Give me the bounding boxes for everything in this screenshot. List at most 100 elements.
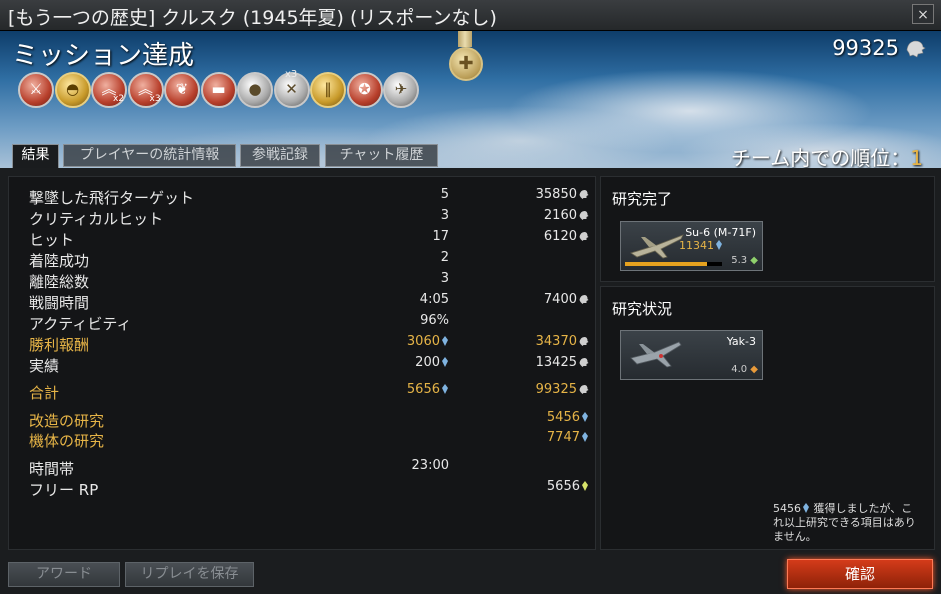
stat-label: 実績 — [29, 357, 60, 375]
silver-lion-icon — [579, 337, 589, 346]
free-rp-icon — [582, 481, 588, 491]
helmet-icon[interactable]: ◓ — [54, 72, 91, 108]
stat-label: 戦闘時間 — [29, 294, 90, 312]
close-button[interactable]: × — [912, 4, 934, 24]
battle-rating: 5.3 ◆ — [731, 255, 758, 266]
rp-icon — [716, 240, 722, 250]
rp-icon — [442, 336, 448, 346]
rank-value: 1 — [910, 146, 923, 168]
stat-count: 4:05 — [329, 292, 449, 307]
stat-label: アクティビティ — [29, 315, 132, 333]
vehicle-name: Su-6 (M-71F) — [685, 226, 756, 239]
award-multiplier: x3 — [149, 94, 161, 104]
stat-label: 改造の研究 — [29, 412, 105, 430]
stat-value: 2160 — [479, 208, 589, 223]
research-status-info: 5456 獲得しましたが、これ以上研究できる項目はありません。 — [773, 502, 923, 544]
stat-count-value: 17 — [432, 229, 449, 244]
stat-count: 5 — [329, 187, 449, 202]
footer-bar: アワード リプレイを保存 確認 — [0, 552, 941, 594]
research-progress-fill — [625, 262, 708, 266]
tab-results[interactable]: 結果 — [12, 144, 59, 168]
silver-lion-icon — [579, 232, 589, 241]
award-multiplier: x2 — [113, 94, 125, 104]
rp-icon — [582, 432, 588, 442]
stat-value-number: 99325 — [535, 382, 577, 397]
vehicle-card-yak3[interactable]: Yak-3 4.0 ◆ — [620, 330, 763, 380]
plane-icon — [630, 341, 682, 368]
stat-count-value: 200 — [415, 355, 440, 370]
stat-count-value: 23:00 — [411, 458, 449, 473]
plane-icon[interactable]: ✈ — [383, 72, 419, 108]
stat-value: 5456 — [479, 410, 589, 425]
confirm-button[interactable]: 確認 — [787, 559, 933, 589]
stat-count-value: 5 — [440, 187, 449, 202]
tab-battle-log[interactable]: 参戦記録 — [240, 144, 320, 167]
stat-value: 35850 — [479, 187, 589, 202]
stat-count-value: 2 — [440, 250, 449, 265]
chevron-rank-icon[interactable]: ︽ x3 — [127, 72, 164, 108]
vehicle-name: Yak-3 — [726, 335, 756, 348]
silver-lion-icon — [579, 358, 589, 367]
silver-lion-icon — [579, 211, 589, 220]
stat-label: 着陸成功 — [29, 252, 90, 270]
team-rank: チーム内での順位：1 — [731, 142, 923, 168]
silver-lion-icon — [906, 40, 926, 58]
stat-count-value: 96% — [420, 313, 449, 328]
stat-label: ヒット — [29, 231, 75, 249]
silver-lion-icon — [579, 295, 589, 304]
stat-count: 96% — [329, 313, 449, 328]
save-replay-button[interactable]: リプレイを保存 — [125, 562, 254, 587]
stat-value: 34370 — [479, 334, 589, 349]
research-progress-bar — [625, 262, 722, 266]
stat-value-number: 2160 — [543, 208, 577, 223]
stat-label: クリティカルヒット — [29, 210, 164, 228]
rank-arrow-icon: ◆ — [750, 255, 758, 266]
stat-value: 99325 — [479, 382, 589, 397]
tab-chat-history[interactable]: チャット履歴 — [325, 144, 438, 167]
crossed-swords-icon[interactable]: ⚔ — [18, 72, 54, 108]
rp-icon — [803, 503, 809, 513]
vehicle-rp: 11341 — [679, 239, 723, 252]
tab-player-stats[interactable]: プレイヤーの統計情報 — [63, 144, 236, 167]
rank-label: チーム内での順位： — [730, 146, 911, 168]
rp-icon — [442, 357, 448, 367]
stat-value-number: 6120 — [543, 229, 577, 244]
stat-count: 3 — [329, 271, 449, 286]
stat-label: 離陸総数 — [29, 273, 90, 291]
stat-value-number: 13425 — [535, 355, 577, 370]
medal-ribbon — [458, 31, 472, 47]
mission-status: ミッション達成 — [12, 41, 195, 71]
stat-label: 勝利報酬 — [29, 336, 90, 354]
stat-count-value: 3060 — [406, 334, 440, 349]
wreath-icon[interactable]: ❦ — [164, 72, 200, 108]
research-done-panel: 研究完了 Su-6 (M-71F) 11341 5.3 ◆ — [600, 176, 935, 282]
battle-rating-value: 5.3 — [731, 255, 748, 266]
stat-label: 時間帯 — [29, 460, 75, 478]
stat-count: 3 — [329, 208, 449, 223]
stat-count-value: 5656 — [406, 382, 440, 397]
vehicle-card-su6[interactable]: Su-6 (M-71F) 11341 5.3 ◆ — [620, 221, 763, 271]
bomb-icon[interactable]: ● — [237, 72, 273, 108]
window-title: [もう一つの歴史] クルスク (1945年夏) (リスポーンなし) — [8, 7, 497, 29]
bars-icon[interactable]: ∥ — [310, 72, 346, 108]
research-status-title: 研究状況 — [612, 300, 673, 318]
stat-value-number: 34370 — [535, 334, 577, 349]
total-score: 99325 — [832, 36, 899, 60]
header-banner: ミッション達成 ✚ 99325 ⚔ ◓ ︽ x2 ︽ x3 ❦ ▬ ● ✕ ∥ ✪ ✈ x3 結果 プレ… — [0, 31, 941, 168]
emblem-icon[interactable]: ✪ — [346, 72, 383, 108]
stat-count: 3060 — [329, 334, 449, 349]
stat-label: 合計 — [29, 384, 60, 402]
stat-count-value: 3 — [440, 271, 449, 286]
stat-value-number: 7400 — [543, 292, 577, 307]
stat-label: 撃墜した飛行ターゲット — [29, 189, 195, 207]
awards-multiplier: x3 — [285, 69, 298, 80]
chevron-rank-icon[interactable]: ︽ x2 — [91, 72, 127, 108]
rank-arrow-icon: ◆ — [750, 364, 758, 375]
mission-medal-icon: ✚ — [449, 47, 483, 81]
stat-value: 5656 — [479, 479, 589, 494]
stat-value: 6120 — [479, 229, 589, 244]
silver-lion-icon — [579, 385, 589, 394]
award-button[interactable]: アワード — [8, 562, 120, 587]
stat-value: 13425 — [479, 355, 589, 370]
tank-icon[interactable]: ▬ — [200, 72, 237, 108]
